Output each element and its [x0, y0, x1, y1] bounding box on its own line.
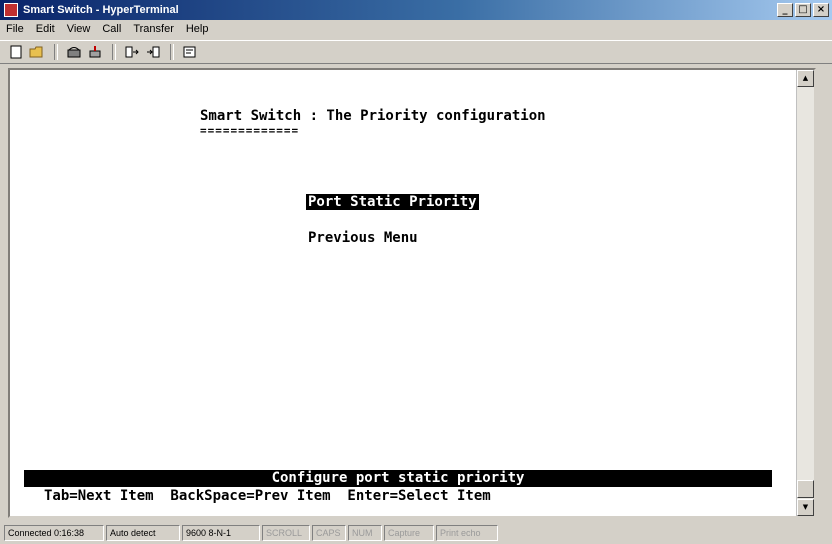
- menu-view[interactable]: View: [67, 23, 91, 35]
- toolbar: [0, 40, 832, 64]
- status-connected: Connected 0:16:38: [4, 525, 104, 541]
- menu-edit[interactable]: Edit: [36, 23, 55, 35]
- open-folder-icon[interactable]: [27, 43, 47, 61]
- vertical-scrollbar[interactable]: ▲ ▼: [796, 70, 814, 516]
- status-settings: 9600 8-N-1: [182, 525, 260, 541]
- scrollbar-thumb[interactable]: [797, 480, 814, 498]
- toolbar-separator: [170, 44, 174, 60]
- new-connection-icon[interactable]: [6, 43, 26, 61]
- terminal-window[interactable]: Smart Switch : The Priority configuratio…: [8, 68, 816, 518]
- window-title: Smart Switch - HyperTerminal: [23, 4, 179, 16]
- toolbar-separator: [112, 44, 116, 60]
- status-bar: Connected 0:16:38 Auto detect 9600 8-N-1…: [0, 522, 832, 544]
- connect-phone-icon[interactable]: [64, 43, 84, 61]
- properties-icon[interactable]: [180, 43, 200, 61]
- scroll-up-arrow-icon[interactable]: ▲: [797, 70, 814, 87]
- title-bar: Smart Switch - HyperTerminal _ □ ×: [0, 0, 832, 20]
- status-detect: Auto detect: [106, 525, 180, 541]
- hyperterminal-app-icon: [4, 3, 18, 17]
- menu-bar: File Edit View Call Transfer Help: [0, 20, 832, 38]
- menu-help[interactable]: Help: [186, 23, 209, 35]
- scroll-down-arrow-icon[interactable]: ▼: [797, 499, 814, 516]
- maximize-button[interactable]: □: [795, 3, 811, 17]
- terminal-screen[interactable]: Smart Switch : The Priority configuratio…: [10, 70, 796, 516]
- status-capture: Capture: [384, 525, 434, 541]
- status-scroll: SCROLL: [262, 525, 310, 541]
- receive-file-icon[interactable]: [143, 43, 163, 61]
- status-caps: CAPS: [312, 525, 346, 541]
- title-underline: =============: [200, 124, 300, 137]
- key-hints: Tab=Next Item BackSpace=Prev Item Enter=…: [44, 488, 491, 504]
- menu-transfer[interactable]: Transfer: [133, 23, 174, 35]
- help-text-bar: Configure port static priority: [24, 470, 772, 487]
- status-num: NUM: [348, 525, 382, 541]
- toolbar-separator: [54, 44, 58, 60]
- send-file-icon[interactable]: [122, 43, 142, 61]
- disconnect-phone-icon[interactable]: [85, 43, 105, 61]
- menu-call[interactable]: Call: [102, 23, 121, 35]
- close-button[interactable]: ×: [813, 3, 829, 17]
- menu-item-previous-menu[interactable]: Previous Menu: [308, 230, 418, 246]
- page-title: Smart Switch : The Priority configuratio…: [200, 108, 546, 124]
- menu-item-port-static-priority[interactable]: Port Static Priority: [306, 194, 479, 210]
- status-print-echo: Print echo: [436, 525, 498, 541]
- minimize-button[interactable]: _: [777, 3, 793, 17]
- menu-file[interactable]: File: [6, 23, 24, 35]
